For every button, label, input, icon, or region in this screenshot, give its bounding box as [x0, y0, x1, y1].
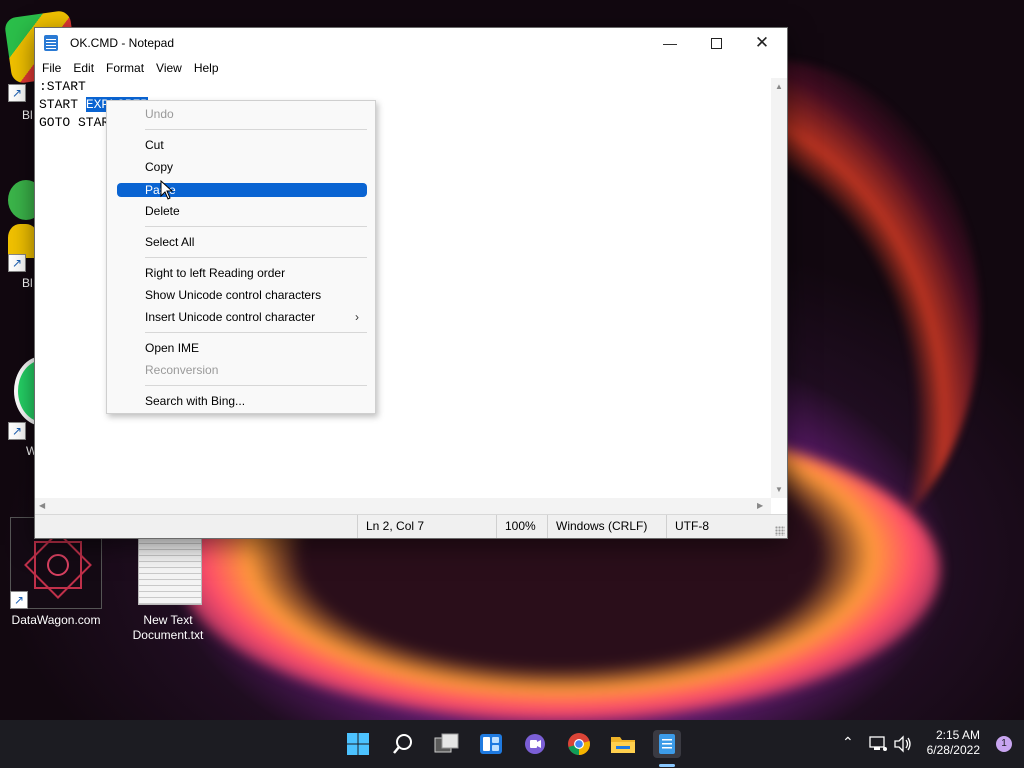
- menu-item-copy[interactable]: Copy: [117, 160, 367, 174]
- datawagon-label: DataWagon.com: [11, 613, 101, 627]
- scroll-down-icon[interactable]: ▼: [775, 485, 783, 494]
- notepad-taskbar-button[interactable]: [653, 730, 681, 758]
- active-app-indicator: [659, 764, 675, 767]
- menu-item-reconversion[interactable]: Reconversion: [117, 363, 367, 377]
- menu-item-insert-unicode[interactable]: Insert Unicode control character ›: [117, 310, 367, 324]
- menu-separator: [145, 129, 367, 130]
- menu-view[interactable]: View: [150, 61, 188, 75]
- desktop-icon-1-label: Bl: [22, 108, 33, 122]
- clock-date: 6/28/2022: [926, 743, 980, 757]
- chrome-icon: [568, 733, 590, 755]
- menu-help[interactable]: Help: [188, 61, 225, 75]
- chat-icon: [525, 734, 545, 754]
- text-document-label-line1: New Text: [143, 613, 193, 627]
- clock-time: 2:15 AM: [935, 728, 980, 742]
- notepad-icon: [44, 35, 58, 51]
- zoom-level: 100%: [496, 515, 547, 538]
- menu-file[interactable]: File: [36, 61, 67, 75]
- shortcut-arrow-icon: ↗: [8, 422, 26, 440]
- menu-item-search-bing[interactable]: Search with Bing...: [117, 394, 367, 408]
- widgets-icon: [480, 734, 502, 754]
- task-view-button[interactable]: [433, 730, 461, 758]
- menu-format[interactable]: Format: [100, 61, 150, 75]
- minimize-icon: —: [663, 35, 677, 51]
- menu-item-rtl-reading-order[interactable]: Right to left Reading order: [117, 266, 367, 280]
- scroll-right-icon[interactable]: ▶: [757, 501, 763, 510]
- task-view-icon: [434, 733, 459, 753]
- menu-separator: [145, 385, 367, 386]
- shortcut-arrow-icon: ↗: [10, 591, 28, 609]
- windows-logo-icon: [347, 733, 369, 755]
- context-menu: Undo Cut Copy Paste Delete Select All Ri…: [106, 100, 376, 414]
- notepad-icon: [659, 734, 675, 754]
- menu-item-show-unicode[interactable]: Show Unicode control characters: [117, 288, 367, 302]
- show-hidden-icons-chevron-up-icon[interactable]: ⌃: [842, 734, 854, 751]
- maximize-icon: [710, 37, 722, 49]
- editor-line-1: :START: [39, 79, 86, 94]
- close-icon: ✕: [754, 33, 770, 52]
- taskbar: ⌃ 2:15 AM 6/28/2022 1: [0, 720, 1024, 768]
- text-file-icon: [138, 537, 202, 605]
- menu-edit[interactable]: Edit: [67, 61, 100, 75]
- window-title: OK.CMD - Notepad: [70, 36, 175, 50]
- menu-item-cut[interactable]: Cut: [117, 138, 367, 152]
- editor-line-2-text: START: [39, 97, 86, 112]
- widgets-button[interactable]: [477, 730, 505, 758]
- horizontal-scrollbar[interactable]: ◀ ▶: [35, 498, 771, 514]
- shortcut-arrow-icon: ↗: [8, 254, 26, 272]
- cursor-position: Ln 2, Col 7: [357, 515, 496, 538]
- menu-item-undo[interactable]: Undo: [117, 107, 367, 121]
- mouse-cursor-icon: [160, 180, 174, 200]
- status-bar: Ln 2, Col 7 100% Windows (CRLF) UTF-8: [35, 514, 787, 538]
- menu-separator: [145, 257, 367, 258]
- network-icon[interactable]: [868, 735, 888, 753]
- scroll-up-icon[interactable]: ▲: [775, 82, 783, 91]
- close-button[interactable]: ✕: [739, 28, 785, 58]
- folder-icon: [611, 737, 635, 753]
- notification-badge[interactable]: 1: [996, 736, 1012, 752]
- teams-chat-button[interactable]: [521, 730, 549, 758]
- chevron-right-icon: ›: [355, 310, 359, 324]
- menu-separator: [145, 226, 367, 227]
- scroll-left-icon[interactable]: ◀: [39, 501, 45, 510]
- vertical-scrollbar[interactable]: ▲ ▼: [771, 78, 787, 498]
- minimize-button[interactable]: —: [647, 28, 693, 58]
- text-document-label-line2: Document.txt: [132, 628, 204, 642]
- chrome-button[interactable]: [565, 730, 593, 758]
- menu-item-open-ime[interactable]: Open IME: [117, 341, 367, 355]
- line-ending: Windows (CRLF): [547, 515, 666, 538]
- search-button[interactable]: [389, 730, 417, 758]
- menu-item-paste[interactable]: Paste: [117, 183, 367, 197]
- title-bar[interactable]: OK.CMD - Notepad — ✕: [35, 28, 787, 58]
- shortcut-arrow-icon: ↗: [8, 84, 26, 102]
- menu-separator: [145, 332, 367, 333]
- maximize-button[interactable]: [693, 28, 739, 58]
- menu-item-insert-unicode-label: Insert Unicode control character: [145, 310, 316, 324]
- menu-item-delete[interactable]: Delete: [117, 204, 367, 218]
- file-explorer-button[interactable]: [609, 730, 637, 758]
- start-button[interactable]: [344, 730, 372, 758]
- encoding: UTF-8: [666, 515, 765, 538]
- desktop-icon-text-document[interactable]: New Text Document.txt: [122, 535, 214, 645]
- clock[interactable]: 2:15 AM 6/28/2022: [910, 728, 980, 758]
- search-icon: [393, 734, 412, 754]
- menu-item-select-all[interactable]: Select All: [117, 235, 367, 249]
- menu-bar: File Edit Format View Help: [35, 58, 787, 78]
- desktop-icon-2-label: Bl: [22, 276, 33, 290]
- resize-grip-icon[interactable]: [775, 526, 785, 536]
